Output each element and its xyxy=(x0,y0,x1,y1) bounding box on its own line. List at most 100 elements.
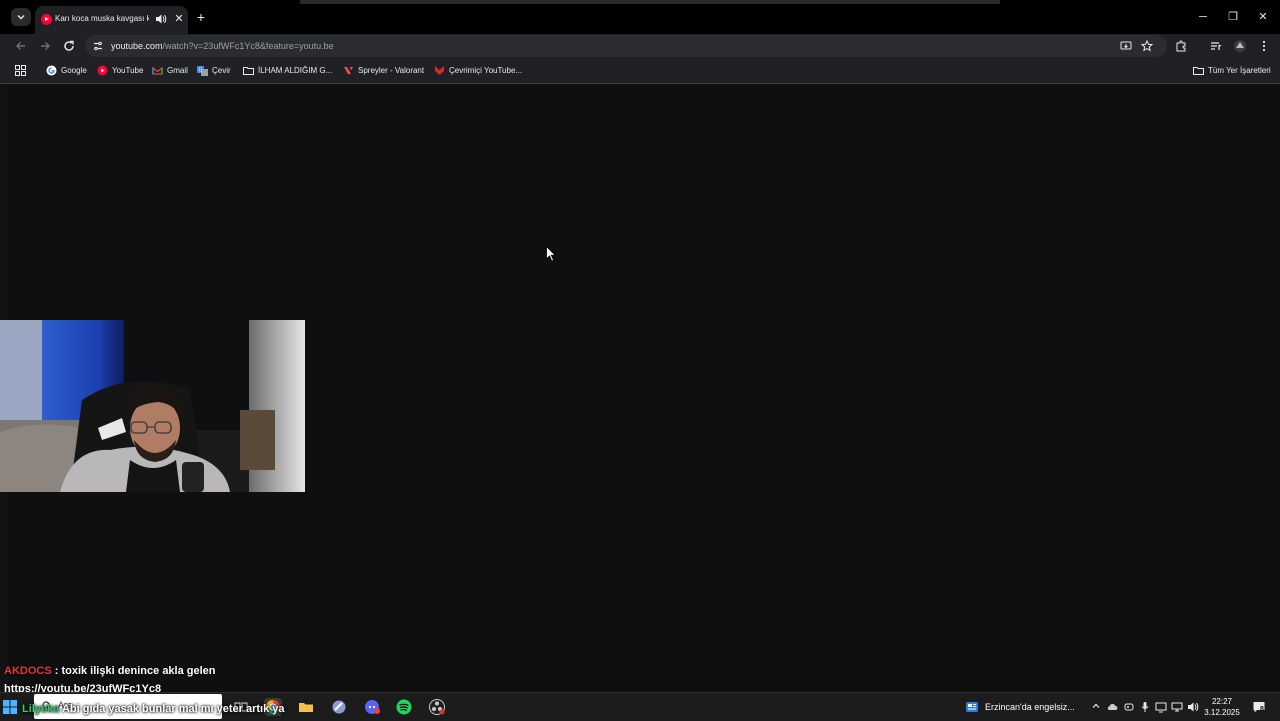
chat-text: : toxik ilişki denince akla gelen xyxy=(51,665,216,677)
tab-strip: Karı koca muska kavgası ke ✕ + ─ ❐ ✕ xyxy=(0,0,1280,34)
folder-icon xyxy=(299,703,313,712)
display-tray[interactable] xyxy=(1155,701,1167,713)
converter-icon xyxy=(434,65,445,76)
translate-icon: G xyxy=(197,65,208,76)
address-bar[interactable]: youtube.com/watch?v=23ufWFc1Yc8&feature=… xyxy=(85,35,1167,57)
taskbar-clock[interactable]: 22:27 3.12.2025 xyxy=(1198,696,1246,718)
puzzle-icon xyxy=(1176,40,1186,52)
bookmark-folder[interactable]: İLHAM ALDIĞIM G... xyxy=(243,64,332,77)
news-widget-text: Erzincan'da engelsiz... xyxy=(985,702,1075,712)
bookmark-label: YouTube xyxy=(112,66,144,75)
apps-grid-icon xyxy=(15,65,26,76)
tab-youtube-video[interactable]: Karı koca muska kavgası ke ✕ xyxy=(35,6,188,34)
site-info-icon[interactable] xyxy=(92,40,104,52)
bookmark-youtube[interactable]: YouTube xyxy=(97,64,143,77)
gmail-icon xyxy=(152,65,163,76)
extensions-button[interactable] xyxy=(1172,37,1190,55)
bookmark-label: Çevrimiçi YouTube... xyxy=(449,66,523,75)
arrow-right-icon xyxy=(41,42,50,50)
microphone-tray[interactable] xyxy=(1139,701,1151,713)
arrow-left-icon xyxy=(16,42,25,50)
minimize-button[interactable]: ─ xyxy=(1194,9,1212,25)
taskbar-obs[interactable] xyxy=(428,698,446,716)
media-controls-button[interactable] xyxy=(1207,37,1225,55)
bookmark-google[interactable]: Google xyxy=(46,64,87,77)
google-icon xyxy=(46,65,57,76)
clock-time: 22:27 xyxy=(1211,697,1233,706)
tray-app-icon[interactable] xyxy=(1123,701,1135,713)
folder-icon xyxy=(243,65,254,76)
restore-button[interactable]: ❐ xyxy=(1224,9,1242,25)
clock-date: 3.12.2025 xyxy=(1204,708,1240,717)
youtube-icon xyxy=(97,65,108,76)
close-window-button[interactable]: ✕ xyxy=(1254,9,1272,25)
chevron-down-icon xyxy=(17,15,25,20)
brush-app-icon xyxy=(332,700,346,714)
monitor-icon xyxy=(1155,702,1167,713)
svg-text:G: G xyxy=(199,68,203,74)
bookmark-star-icon[interactable] xyxy=(1141,40,1153,52)
onedrive-tray[interactable] xyxy=(1106,701,1118,713)
chat-username: Lilyeka xyxy=(22,703,60,715)
cloud-icon xyxy=(1107,703,1118,710)
url-text[interactable]: youtube.com/watch?v=23ufWFc1Yc8&feature=… xyxy=(111,40,334,52)
chat-text: Abi gıda yasak bunlar mal mı yeter artık… xyxy=(59,703,285,715)
valorant-icon xyxy=(343,65,354,76)
bookmark-label: Gmail xyxy=(167,66,188,75)
bookmarks-bar: Google YouTube Gmail G Çevir İLHAM ALDIĞ… xyxy=(0,58,1280,84)
all-bookmarks-folder[interactable]: Tüm Yer İşaretleri xyxy=(1193,64,1271,77)
chat-message: AKDOCS : toxik ilişki denince akla gelen xyxy=(4,664,216,678)
taskbar-discord[interactable] xyxy=(363,698,381,716)
spotify-icon xyxy=(396,699,412,715)
bookmark-label: Çevir xyxy=(212,66,231,75)
microphone-icon xyxy=(1141,702,1149,712)
taskbar-news-widget[interactable]: Erzincan'da engelsiz... xyxy=(965,699,1075,715)
streamer-webcam-image xyxy=(0,320,305,492)
notification-center-button[interactable]: 8 xyxy=(1252,700,1266,714)
taskbar-spotify[interactable] xyxy=(395,698,413,716)
install-app-icon[interactable] xyxy=(1120,40,1132,52)
more-vertical-icon xyxy=(1262,40,1266,52)
forward-button[interactable] xyxy=(36,37,54,55)
network-icon xyxy=(1171,702,1183,712)
back-button[interactable] xyxy=(12,37,30,55)
profile-avatar-icon xyxy=(1234,40,1246,52)
chevron-up-icon xyxy=(1092,703,1100,708)
bookmark-translate[interactable]: G Çevir xyxy=(197,64,231,77)
tab-search-button[interactable] xyxy=(11,8,31,26)
bookmark-gmail[interactable]: Gmail xyxy=(152,64,188,77)
taskbar-app-brush[interactable] xyxy=(330,698,348,716)
reload-button[interactable] xyxy=(60,37,78,55)
bookmark-valorant[interactable]: Spreyler - Valorant xyxy=(343,64,424,77)
speaker-icon[interactable] xyxy=(155,13,167,25)
tab-title: Karı koca muska kavgası ke xyxy=(55,14,149,23)
url-host: youtube.com xyxy=(111,41,163,51)
new-tab-button[interactable]: + xyxy=(194,10,208,24)
url-path: /watch?v=23ufWFc1Yc8&feature=youtu.be xyxy=(162,41,334,51)
bookmark-label: İLHAM ALDIĞIM G... xyxy=(258,66,333,75)
video-backdrop-strip xyxy=(300,0,1000,4)
windows-start-icon[interactable] xyxy=(2,699,18,715)
tab-close-icon[interactable]: ✕ xyxy=(172,12,186,26)
bookmark-converter[interactable]: Çevrimiçi YouTube... xyxy=(434,64,522,77)
folder-icon xyxy=(1193,65,1204,76)
obs-icon xyxy=(429,699,445,715)
youtube-favicon-icon xyxy=(41,14,52,25)
show-hidden-icons-button[interactable] xyxy=(1090,701,1102,713)
profile-button[interactable] xyxy=(1231,37,1249,55)
taskbar-file-explorer[interactable] xyxy=(297,698,315,716)
media-queue-icon xyxy=(1211,42,1222,50)
apps-button[interactable] xyxy=(15,64,26,77)
network-tray[interactable] xyxy=(1171,701,1183,713)
bookmark-label: Spreyler - Valorant xyxy=(358,66,425,75)
news-widget-icon xyxy=(966,702,978,712)
chat-username: AKDOCS xyxy=(4,665,52,677)
webcam-overlay xyxy=(0,320,305,492)
menu-button[interactable] xyxy=(1255,37,1273,55)
reload-icon xyxy=(64,40,74,51)
gamepad-icon xyxy=(1124,703,1134,711)
bookmark-label: Tüm Yer İşaretleri xyxy=(1208,66,1271,75)
discord-icon xyxy=(365,700,380,714)
bookmark-label: Google xyxy=(61,66,87,75)
browser-toolbar: youtube.com/watch?v=23ufWFc1Yc8&feature=… xyxy=(0,34,1280,58)
